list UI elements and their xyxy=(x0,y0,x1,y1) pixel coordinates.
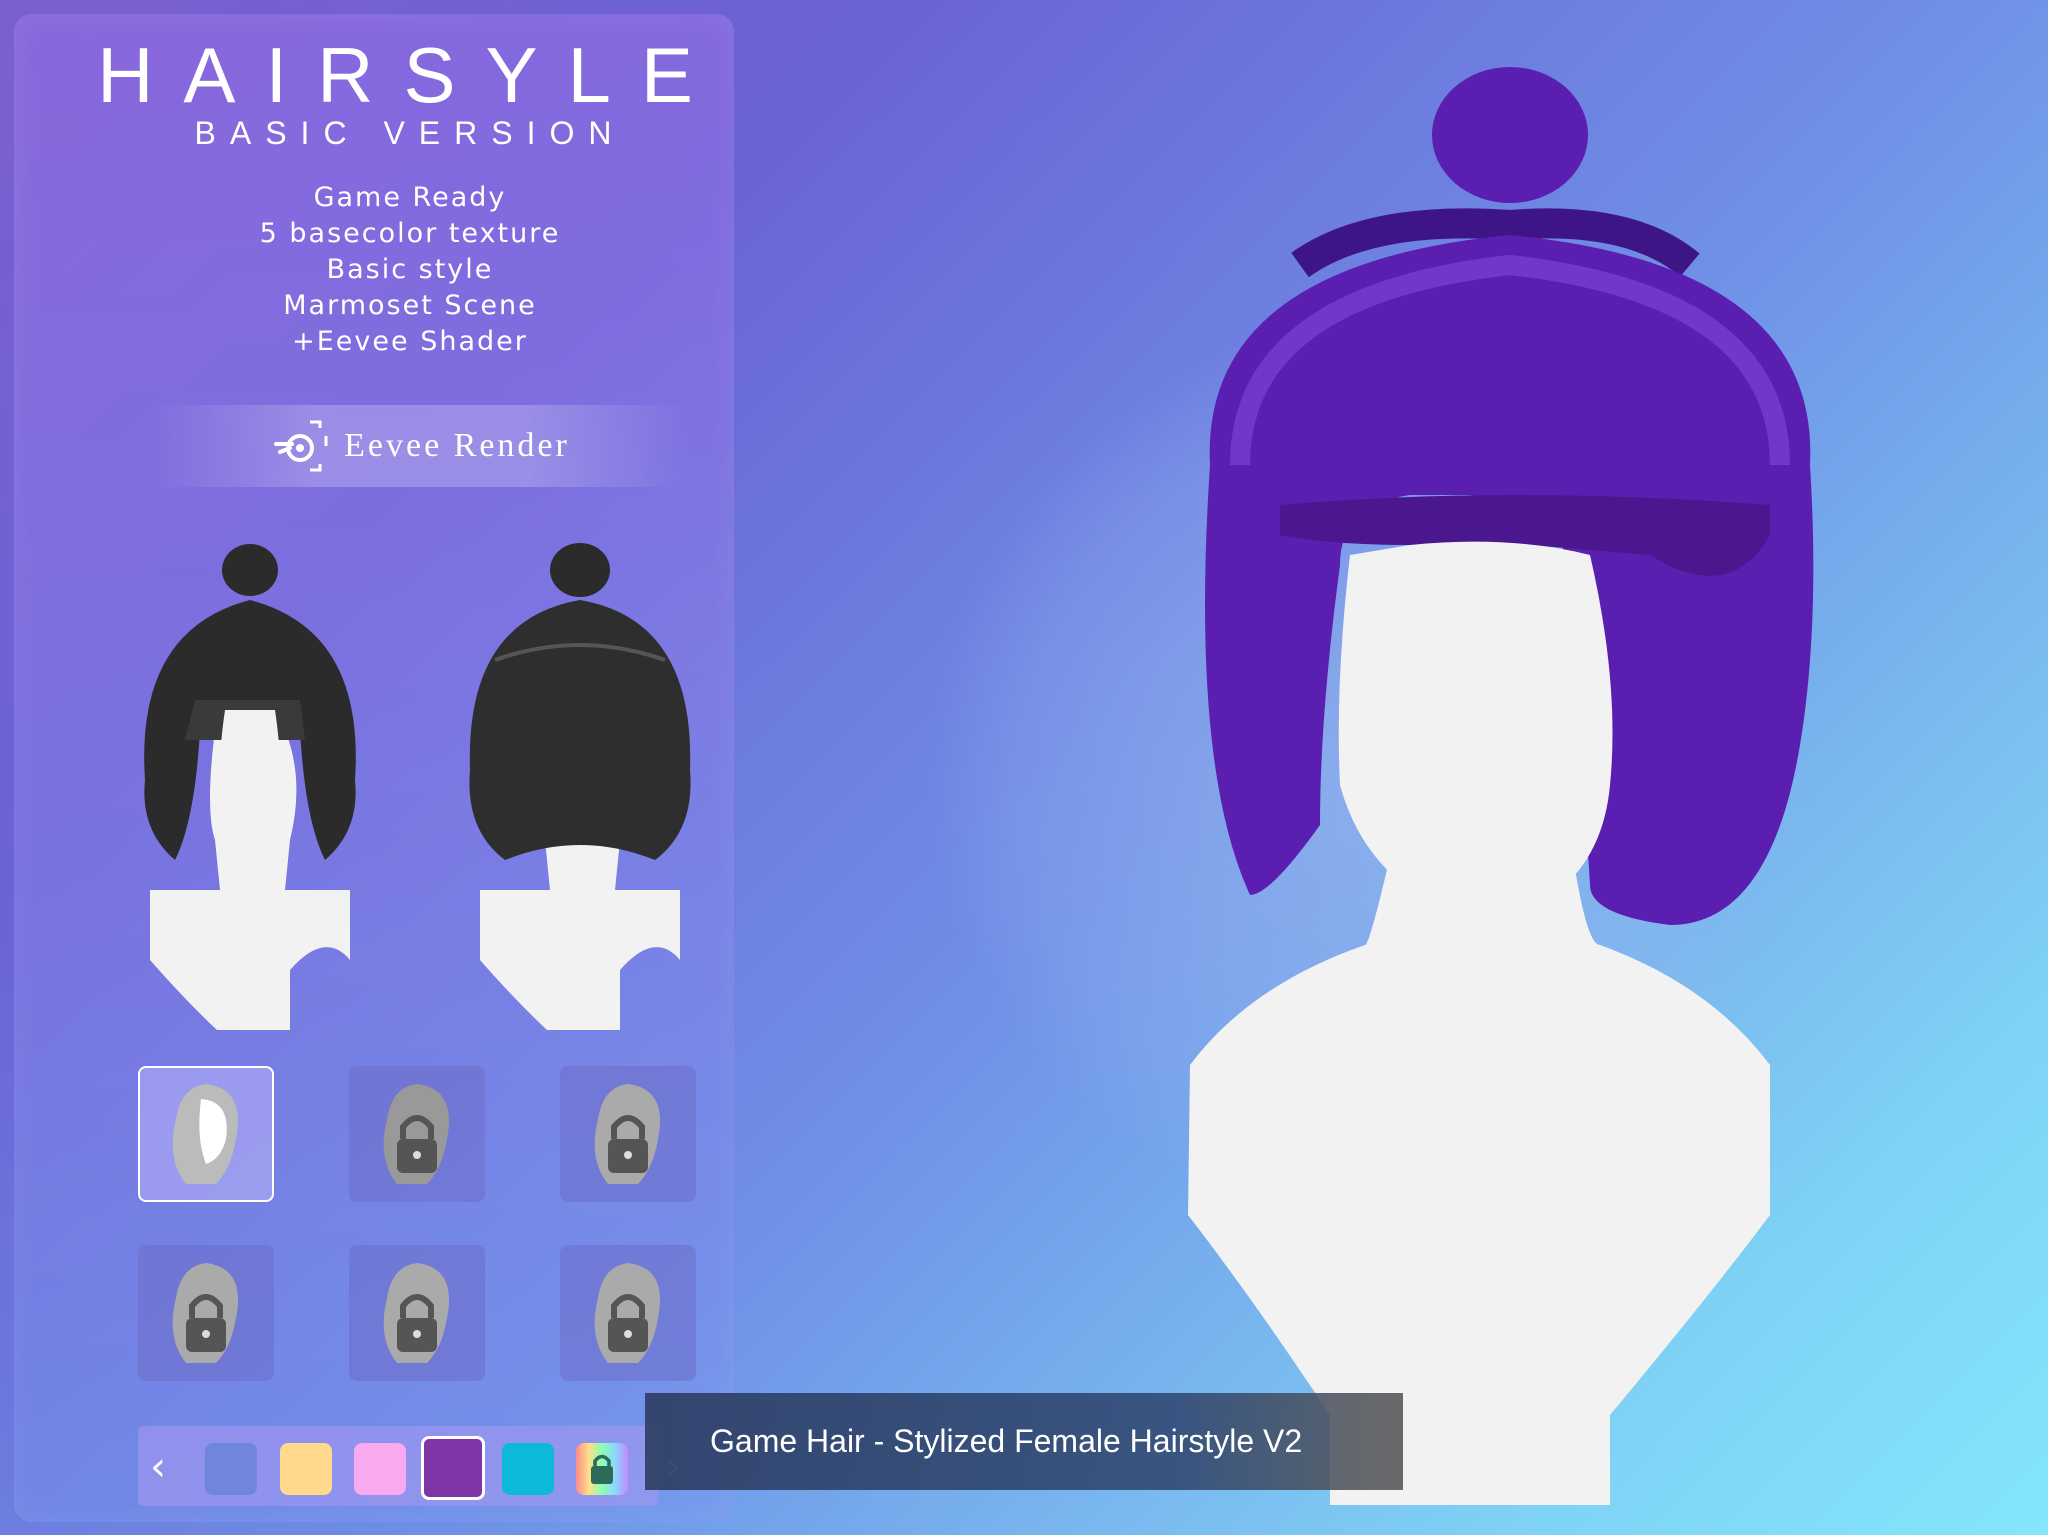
caption-text: Game Hair - Stylized Female Hairstyle V2 xyxy=(710,1423,1303,1459)
lock-icon xyxy=(591,1454,613,1484)
style-thumbnail-3[interactable] xyxy=(560,1066,696,1202)
hair-style-icon xyxy=(172,1084,238,1184)
eevee-render-banner: Eevee Render xyxy=(150,405,690,487)
swatch-pink[interactable] xyxy=(354,1443,406,1495)
back-view[interactable] xyxy=(455,530,705,1030)
style-thumbnail-2[interactable] xyxy=(349,1066,485,1202)
app-title: HAIRSYLE xyxy=(97,31,723,119)
hair-bun xyxy=(1432,67,1588,203)
front-view[interactable] xyxy=(125,530,375,1030)
feature-list: Game Ready 5 basecolor texture Basic sty… xyxy=(110,180,710,360)
lock-icon xyxy=(594,1084,660,1184)
lock-icon xyxy=(172,1263,238,1363)
chevron-left-icon[interactable]: ‹ xyxy=(150,1444,166,1490)
lock-icon xyxy=(383,1084,449,1184)
feature-item: +Eevee Shader xyxy=(292,326,528,357)
hair xyxy=(469,600,691,860)
style-thumbnail-4[interactable] xyxy=(138,1245,274,1381)
app-subtitle: BASIC VERSION xyxy=(194,115,626,151)
lock-icon xyxy=(383,1263,449,1363)
style-thumbnail-1[interactable] xyxy=(138,1066,274,1202)
product-caption: Game Hair - Stylized Female Hairstyle V2 xyxy=(645,1393,1403,1490)
style-thumbnail-6[interactable] xyxy=(560,1245,696,1381)
style-thumbnail-5[interactable] xyxy=(349,1245,485,1381)
swatch-yellow[interactable] xyxy=(280,1443,332,1495)
hair-bun xyxy=(222,544,278,596)
mannequin-face xyxy=(1338,541,1613,925)
swatch-rainbow-locked[interactable] xyxy=(576,1443,628,1495)
swatch-cyan[interactable] xyxy=(502,1443,554,1495)
lock-icon xyxy=(594,1263,660,1363)
blender-icon xyxy=(274,420,328,472)
swatch-purple[interactable] xyxy=(421,1436,485,1500)
feature-item: Game Ready xyxy=(313,182,507,213)
main-hair-preview[interactable] xyxy=(1170,65,1830,1505)
feature-item: Basic style xyxy=(326,254,494,285)
feature-item: Marmoset Scene xyxy=(283,290,537,321)
swatch-blue[interactable] xyxy=(205,1443,257,1495)
render-label: Eevee Render xyxy=(344,427,570,464)
feature-item: 5 basecolor texture xyxy=(259,218,561,249)
face xyxy=(220,710,280,805)
hair-bun xyxy=(550,543,610,597)
